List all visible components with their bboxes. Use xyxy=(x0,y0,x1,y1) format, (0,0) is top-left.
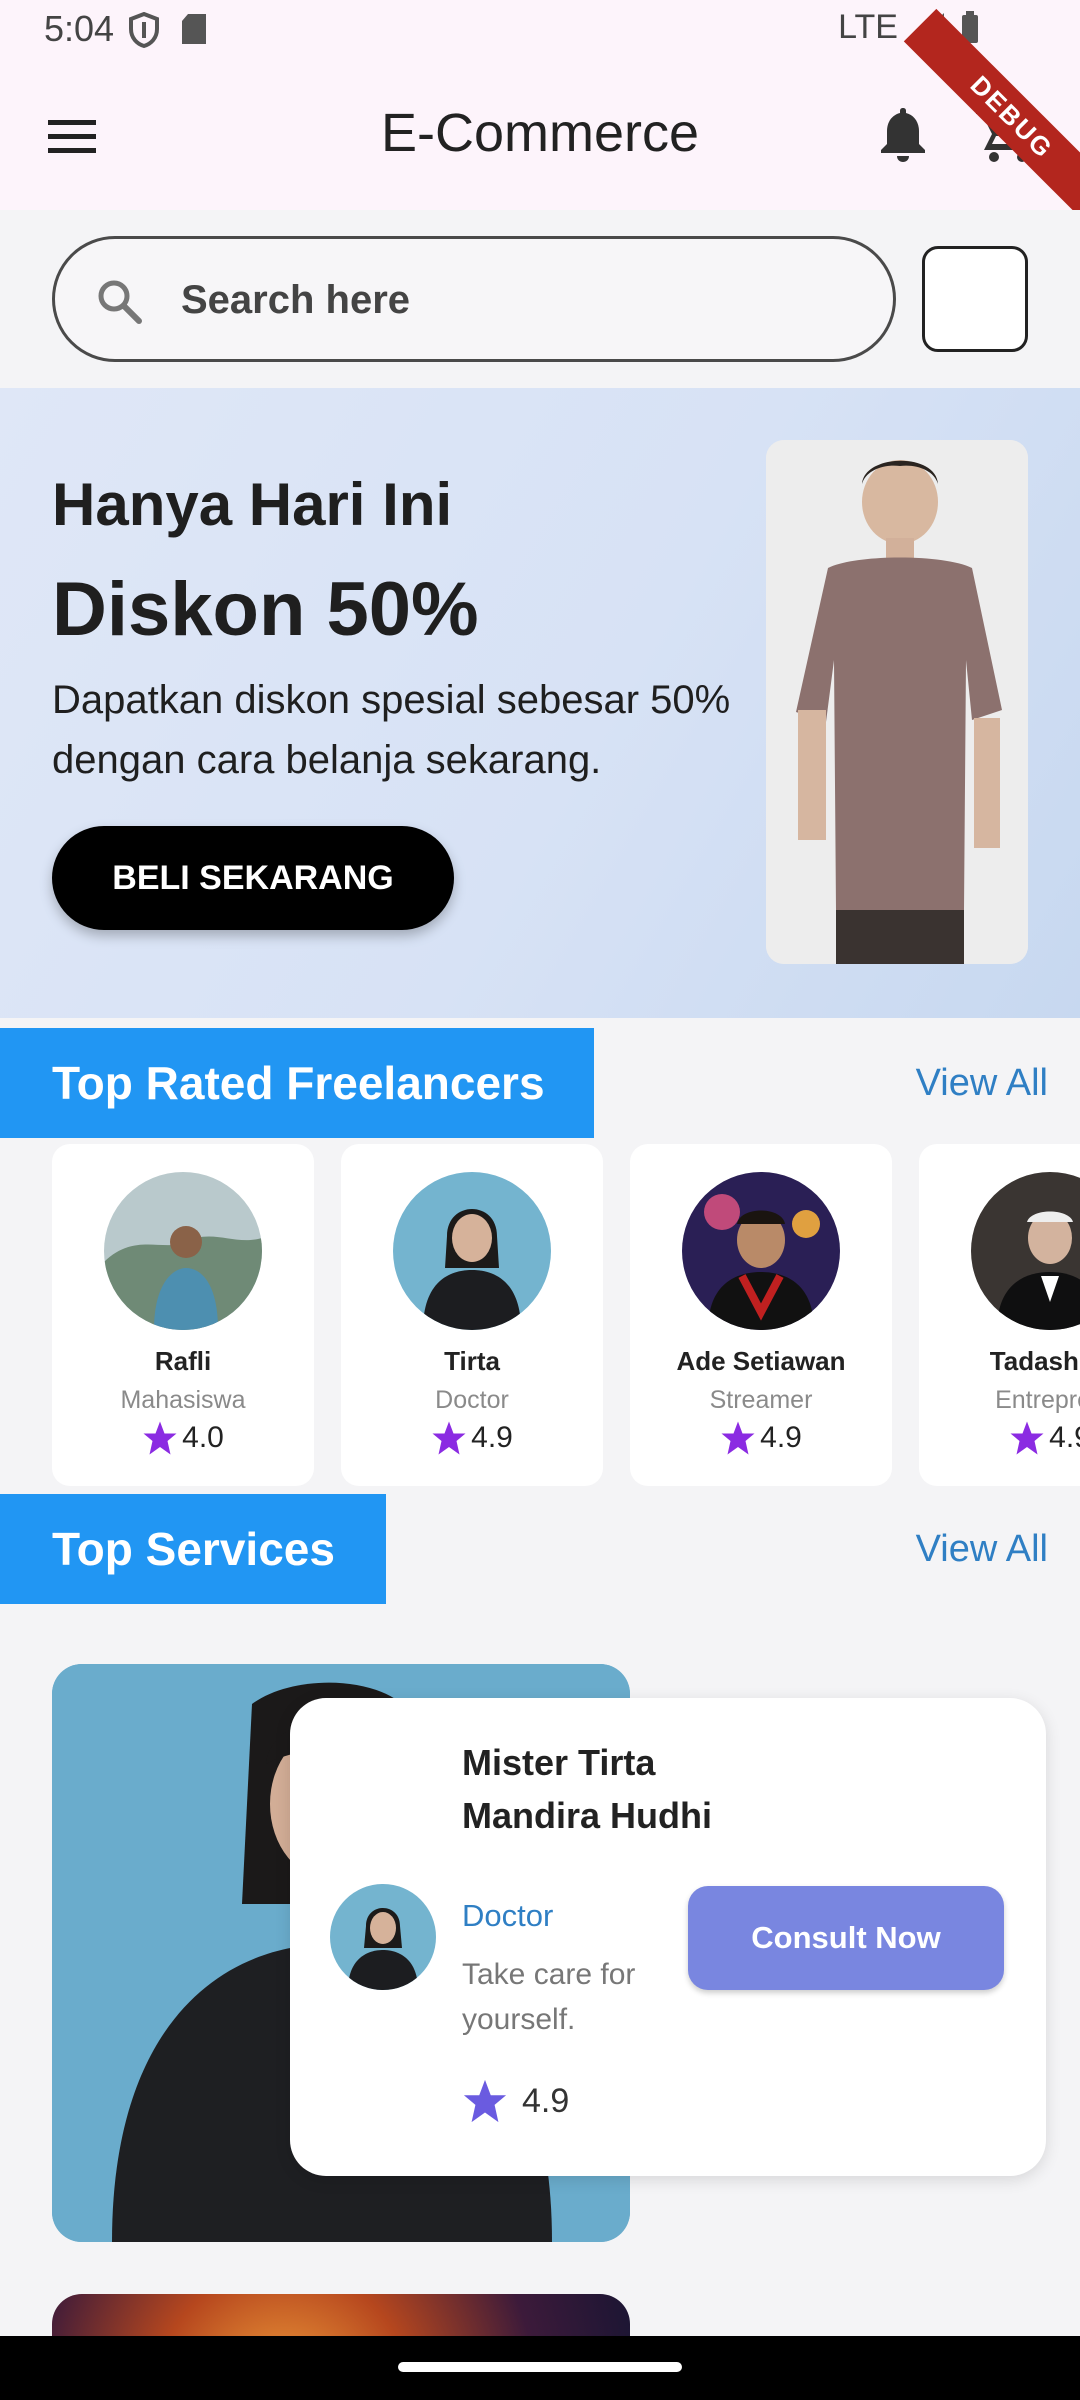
star-icon xyxy=(463,2079,507,2123)
app-bar: E-Commerce DEBUG xyxy=(0,8,1080,226)
star-icon xyxy=(143,1421,177,1455)
consult-now-button[interactable]: Consult Now xyxy=(688,1886,1004,1990)
system-navigation-bar xyxy=(0,2336,1080,2400)
services-view-all-link[interactable]: View All xyxy=(916,1494,1048,1604)
banner-eyebrow: Hanya Hari Ini xyxy=(52,471,453,538)
avatar xyxy=(393,1172,551,1330)
freelancer-role: Mahasiswa xyxy=(120,1386,246,1414)
sd-card-icon xyxy=(182,14,206,44)
freelancer-card[interactable]: Rafli Mahasiswa 4.0 xyxy=(52,1144,314,1486)
freelancer-role: Doctor xyxy=(435,1386,509,1414)
freelancer-role: Streamer xyxy=(709,1386,813,1414)
freelancer-card[interactable]: Tirta Doctor 4.9 xyxy=(341,1144,603,1486)
service-provider-role: Doctor xyxy=(462,1898,554,1933)
shield-icon xyxy=(129,12,159,48)
buy-now-button[interactable]: BELI SEKARANG xyxy=(52,826,454,930)
status-notification-icons xyxy=(128,12,208,48)
freelancer-rating: 4.9 xyxy=(919,1420,1080,1456)
service-provider-name: Mister Tirta Mandira Hudhi xyxy=(462,1742,712,1836)
banner-model-photo xyxy=(766,440,1028,964)
search-input[interactable] xyxy=(179,265,859,335)
featured-service-card: Mister Tirta Mandira Hudhi Doctor Take c… xyxy=(290,1698,1046,2176)
search-row xyxy=(0,210,1080,388)
banner-title: Diskon 50% xyxy=(52,567,479,652)
freelancer-role: Entrepren xyxy=(995,1386,1080,1414)
services-section-title: Top Services xyxy=(0,1494,386,1604)
status-time: 5:04 xyxy=(44,8,115,49)
search-bar[interactable] xyxy=(52,236,896,362)
rating-value: 4.9 xyxy=(1049,1421,1080,1454)
freelancer-name: Rafli xyxy=(154,1346,212,1376)
avatar xyxy=(104,1172,262,1330)
freelancer-card[interactable]: Ade Setiawan Streamer 4.9 xyxy=(630,1144,892,1486)
search-icon xyxy=(98,280,142,324)
freelancers-section-header: Top Rated Freelancers View All xyxy=(0,1028,1080,1138)
service-description: Take care for yourself. xyxy=(462,1958,636,2036)
freelancer-list: Rafli Mahasiswa 4.0 Tirta Doctor 4.9 Ade… xyxy=(0,1144,1080,1488)
network-label: LTE xyxy=(838,8,898,46)
promo-banner: Hanya Hari Ini Diskon 50% Dapatkan disko… xyxy=(0,388,1080,1018)
freelancers-view-all-link[interactable]: View All xyxy=(916,1028,1048,1138)
freelancer-name: Tirta xyxy=(444,1346,500,1376)
filter-button[interactable] xyxy=(922,246,1028,352)
star-icon xyxy=(432,1421,466,1455)
rating-value: 4.9 xyxy=(471,1421,513,1454)
banner-description: Dapatkan diskon spesial sebesar 50% deng… xyxy=(52,678,731,782)
star-icon xyxy=(1010,1421,1044,1455)
rating-value: 4.9 xyxy=(760,1421,802,1454)
freelancer-rating: 4.0 xyxy=(52,1420,314,1456)
avatar xyxy=(330,1884,436,1990)
home-gesture-handle[interactable] xyxy=(398,2362,682,2372)
avatar xyxy=(971,1172,1080,1330)
freelancer-name: Ade Setiawan xyxy=(676,1346,846,1376)
services-section-header: Top Services View All xyxy=(0,1494,1080,1604)
freelancer-rating: 4.9 xyxy=(630,1420,892,1456)
notification-bell-icon[interactable] xyxy=(876,104,930,164)
service-rating: 4.9 xyxy=(462,2078,569,2124)
star-icon xyxy=(721,1421,755,1455)
freelancer-rating: 4.9 xyxy=(341,1420,603,1456)
rating-value: 4.9 xyxy=(522,2081,570,2120)
avatar xyxy=(682,1172,840,1330)
freelancers-section-title: Top Rated Freelancers xyxy=(0,1028,594,1138)
rating-value: 4.0 xyxy=(182,1421,224,1454)
freelancer-name: Tadashi Y xyxy=(989,1346,1080,1376)
freelancer-card[interactable]: Tadashi Y Entrepren 4.9 xyxy=(919,1144,1080,1486)
